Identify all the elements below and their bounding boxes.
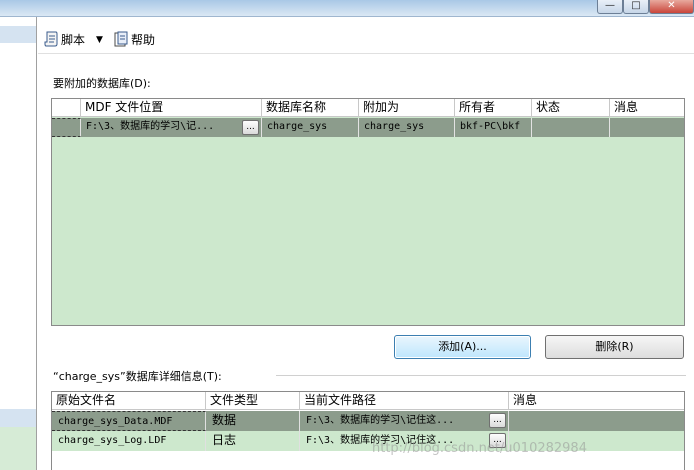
help-icon[interactable]: [114, 31, 128, 47]
remove-button[interactable]: 删除(R): [545, 335, 684, 359]
mdf-path-cell[interactable]: F:\3、数据库的学习\记...: [81, 118, 262, 137]
window-titlebar: [0, 0, 694, 17]
file-message-cell: [509, 411, 684, 431]
message-cell: [610, 118, 684, 137]
page-selector-item[interactable]: [0, 409, 36, 427]
column-header-file-type[interactable]: 文件类型: [206, 392, 300, 410]
column-header-message[interactable]: 消息: [610, 99, 684, 117]
row-header-corner: [52, 99, 81, 117]
maximize-icon: □: [631, 0, 641, 11]
attach-database-grid[interactable]: MDF 文件位置 数据库名称 附加为 所有者 状态 消息 F:\3、数据库的学习…: [51, 98, 685, 326]
row-selector[interactable]: [52, 118, 81, 137]
column-header-file-message[interactable]: 消息: [509, 392, 684, 410]
column-header-file-name[interactable]: 原始文件名: [52, 392, 206, 410]
connection-panel: [0, 427, 36, 470]
maximize-button[interactable]: □: [623, 0, 649, 14]
file-type-cell[interactable]: 日志: [206, 431, 300, 451]
minimize-button[interactable]: —: [597, 0, 623, 14]
minimize-icon: —: [605, 0, 615, 11]
column-header-status[interactable]: 状态: [532, 99, 610, 117]
file-name-cell[interactable]: charge_sys_Data.MDF: [52, 411, 206, 431]
db-name-cell[interactable]: charge_sys: [262, 118, 359, 137]
column-header-attach-as[interactable]: 附加为: [359, 99, 455, 117]
watermark: http://blog.csdn.net/u010282984: [372, 441, 587, 456]
attach-as-cell[interactable]: charge_sys: [359, 118, 455, 137]
file-path-cell[interactable]: F:\3、数据库的学习\记住这...: [300, 411, 509, 431]
close-icon: ✕: [667, 0, 676, 11]
status-cell: [532, 118, 610, 137]
detail-section-label: “charge_sys”数据库详细信息(T):: [53, 370, 222, 383]
close-button[interactable]: ✕: [649, 0, 694, 14]
script-button[interactable]: 脚本: [61, 31, 85, 49]
toolbar-divider: [38, 53, 694, 54]
column-header-file-path[interactable]: 当前文件路径: [300, 392, 509, 410]
page-selector-pane: [0, 17, 37, 470]
script-icon[interactable]: [44, 31, 58, 47]
attach-section-label: 要附加的数据库(D):: [53, 77, 151, 90]
column-header-mdf[interactable]: MDF 文件位置: [81, 99, 262, 117]
owner-cell[interactable]: bkf-PC\bkf: [455, 118, 532, 137]
browse-file-button[interactable]: ...: [489, 413, 506, 428]
column-header-db-name[interactable]: 数据库名称: [262, 99, 359, 117]
add-button[interactable]: 添加(A)...: [394, 335, 531, 359]
page-selector-item[interactable]: [0, 26, 36, 43]
browse-mdf-button[interactable]: ...: [242, 120, 259, 135]
help-button[interactable]: 帮助: [131, 31, 155, 49]
toolbar: 脚本 ▼ 帮助: [38, 24, 694, 54]
database-files-grid[interactable]: 原始文件名 文件类型 当前文件路径 消息 charge_sys_Data.MDF…: [51, 391, 685, 470]
column-header-owner[interactable]: 所有者: [455, 99, 532, 117]
file-name-cell[interactable]: charge_sys_Log.LDF: [52, 431, 206, 451]
file-type-cell[interactable]: 数据: [206, 411, 300, 431]
chevron-down-icon[interactable]: ▼: [96, 31, 103, 49]
detail-divider: [276, 375, 686, 376]
